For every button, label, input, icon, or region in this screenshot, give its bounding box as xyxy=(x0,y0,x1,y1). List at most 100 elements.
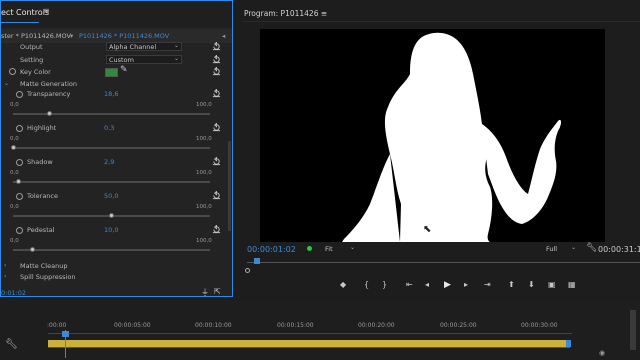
ruler-tick-label: 00:00:20:00 xyxy=(358,322,395,329)
stopwatch-icon[interactable] xyxy=(16,227,23,234)
matte-cleanup-label[interactable]: Matte Cleanup xyxy=(20,262,67,270)
reset-icon[interactable] xyxy=(212,89,221,98)
step-back-icon[interactable]: ◂ xyxy=(425,280,429,289)
slider-track[interactable] xyxy=(13,249,210,251)
active-clip-label[interactable]: P1011426 * P1011426.MOV xyxy=(79,32,169,40)
matte-generation-label[interactable]: Matte Generation xyxy=(20,80,77,88)
twirl-right-icon[interactable]: › xyxy=(4,273,6,280)
program-title-text: Program: P1011426 xyxy=(244,9,319,18)
master-clip-label[interactable]: ster * P1011426.MOV xyxy=(1,32,71,40)
divider xyxy=(242,21,640,22)
slider-label: Tolerance xyxy=(27,192,58,200)
setting-dropdown[interactable]: Custom ⌄ xyxy=(106,55,182,64)
reset-icon[interactable] xyxy=(212,157,221,166)
slider-knob[interactable] xyxy=(16,179,22,184)
timeline-clip-bar[interactable] xyxy=(48,340,570,347)
step-forward-icon[interactable]: ▸ xyxy=(464,280,468,289)
go-to-out-icon[interactable]: ⇥ xyxy=(484,280,491,289)
slider-max: 100,0 xyxy=(196,136,212,142)
clip-selector-bar: ster * P1011426.MOV ▾ P1011426 * P101142… xyxy=(1,29,232,43)
stopwatch-icon[interactable] xyxy=(16,193,23,200)
zoom-knob-icon[interactable]: ◉ xyxy=(599,349,605,357)
reset-icon[interactable] xyxy=(212,42,221,51)
slider-value[interactable]: 2,9 xyxy=(104,158,114,166)
ruler-tick-label: 00:00:25:00 xyxy=(440,322,477,329)
slider-track[interactable] xyxy=(13,181,210,183)
panel-menu-icon[interactable]: ≡ xyxy=(43,6,50,15)
wrench-icon[interactable]: 🔧︎ xyxy=(5,339,18,350)
play-icon[interactable]: ▶ xyxy=(444,280,451,290)
twirl-right-icon[interactable]: › xyxy=(4,262,6,269)
slider-max: 100,0 xyxy=(196,102,212,108)
marker-icon[interactable]: ◆ xyxy=(340,280,346,289)
slider-track[interactable] xyxy=(13,147,210,149)
effect-controls-panel: ect Controls ≡ ster * P1011426.MOV ▾ P10… xyxy=(0,0,233,297)
slider-knob[interactable] xyxy=(11,145,17,150)
reset-icon[interactable] xyxy=(212,191,221,200)
ruler-baseline xyxy=(48,333,572,334)
timeline-scrollbar[interactable] xyxy=(630,310,636,350)
panel-scrollbar[interactable] xyxy=(228,141,231,231)
lift-icon[interactable]: ⬆ xyxy=(508,280,515,289)
effect-controls-timecode[interactable]: 0:01:02 xyxy=(1,289,26,296)
export-icon[interactable]: ⇱ xyxy=(214,287,221,296)
panel-title[interactable]: ect Controls xyxy=(1,8,49,17)
chevron-down-icon: ⌄ xyxy=(173,42,179,49)
stopwatch-icon[interactable] xyxy=(16,125,23,132)
slider-min: 0,0 xyxy=(10,204,19,210)
zoom-value: Fit xyxy=(325,245,333,253)
comparison-icon[interactable]: ▦ xyxy=(568,280,576,289)
collapse-icon[interactable]: ◂ xyxy=(222,32,225,40)
effect-controls-header: ect Controls ≡ xyxy=(1,1,232,27)
clip-dropdown-chevron-icon[interactable]: ▾ xyxy=(70,32,73,40)
slider-knob[interactable] xyxy=(30,247,36,252)
program-monitor-title[interactable]: Program: P1011426 ≡ xyxy=(244,9,327,18)
eyedropper-icon[interactable]: ✎ xyxy=(120,65,128,75)
in-point-icon[interactable]: { xyxy=(364,280,369,289)
output-value: Alpha Channel xyxy=(109,43,157,51)
key-color-swatch[interactable] xyxy=(105,68,118,77)
slider-max: 100,0 xyxy=(196,204,212,210)
extract-icon[interactable]: ⬇ xyxy=(528,280,535,289)
active-tab-indicator xyxy=(1,22,39,23)
playhead-handle[interactable] xyxy=(62,331,70,337)
stopwatch-icon[interactable] xyxy=(16,91,23,98)
mini-ruler-track[interactable] xyxy=(247,262,640,263)
go-to-in-icon[interactable]: ⇤ xyxy=(406,280,413,289)
slider-value[interactable]: 10,0 xyxy=(104,226,118,234)
slider-value[interactable]: 0,3 xyxy=(104,124,114,132)
resolution-value: Full xyxy=(546,245,558,253)
resolution-dropdown[interactable]: Full ⌄ xyxy=(543,244,579,253)
slider-knob[interactable] xyxy=(109,213,114,218)
output-dropdown[interactable]: Alpha Channel ⌄ xyxy=(106,42,182,51)
panel-menu-icon[interactable]: ≡ xyxy=(321,9,327,18)
export-frame-icon[interactable]: ▣ xyxy=(548,280,556,289)
twirl-down-icon[interactable]: ⌄ xyxy=(4,80,9,87)
program-timecode[interactable]: 00:00:01:02 xyxy=(247,245,296,254)
slider-max: 100,0 xyxy=(196,170,212,176)
slider-knob[interactable] xyxy=(47,111,53,116)
out-point-icon[interactable]: } xyxy=(382,280,387,289)
reset-icon[interactable] xyxy=(212,123,221,132)
program-video-frame[interactable] xyxy=(260,29,605,242)
status-dot-icon xyxy=(307,246,312,251)
zoom-handle-icon[interactable] xyxy=(245,268,250,273)
slider-min: 0,0 xyxy=(10,238,19,244)
reset-icon[interactable] xyxy=(212,55,221,64)
spill-suppression-label[interactable]: Spill Suppression xyxy=(20,273,75,281)
output-label: Output xyxy=(20,43,43,51)
slider-min: 0,0 xyxy=(10,170,19,176)
wrench-icon[interactable]: 🔧︎ xyxy=(586,243,597,253)
mouse-cursor-icon: ⬉ xyxy=(423,224,432,235)
reset-icon[interactable] xyxy=(212,67,221,76)
mini-playhead[interactable] xyxy=(254,258,260,264)
slider-track[interactable] xyxy=(13,113,210,115)
slider-value[interactable]: 18,6 xyxy=(104,90,118,98)
stopwatch-icon[interactable] xyxy=(9,68,16,75)
reset-icon[interactable] xyxy=(212,225,221,234)
filter-icon[interactable]: ⏚ xyxy=(201,287,209,296)
stopwatch-icon[interactable] xyxy=(16,159,23,166)
zoom-dropdown[interactable]: Fit ⌄ xyxy=(322,244,358,253)
slider-value[interactable]: 50,0 xyxy=(104,192,118,200)
time-ruler[interactable]: :00:00 00:00:05:00 00:00:10:00 00:00:15:00 0… xyxy=(0,322,640,332)
